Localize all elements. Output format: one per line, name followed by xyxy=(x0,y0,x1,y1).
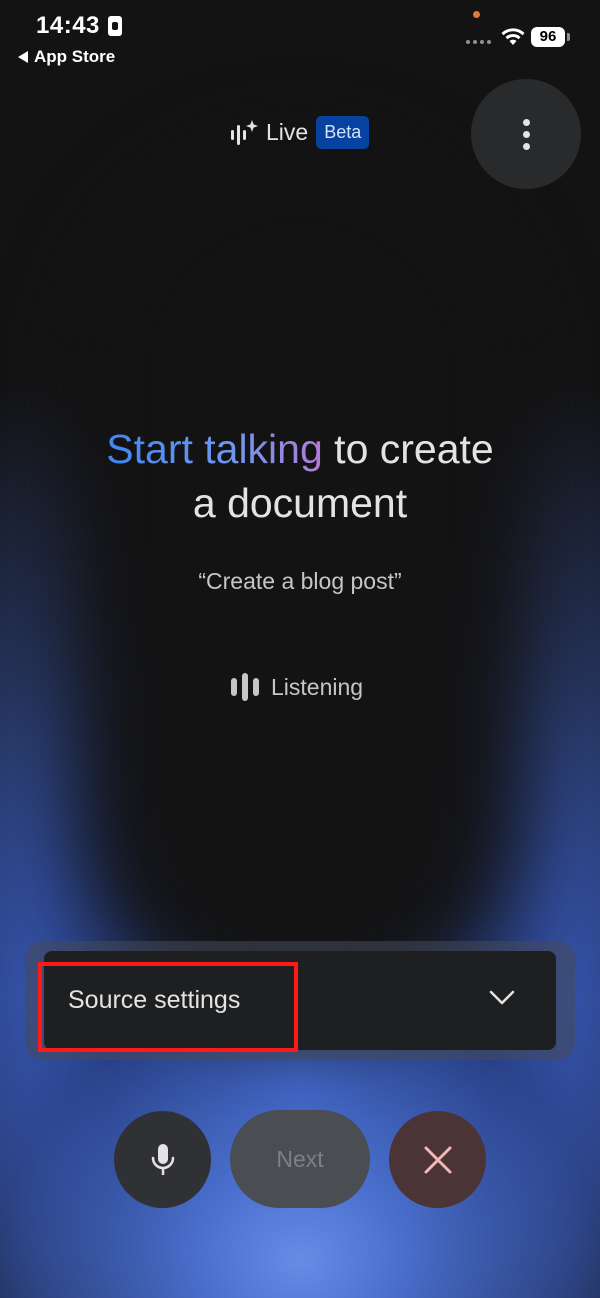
wifi-icon xyxy=(501,28,525,45)
listening-bars-icon xyxy=(231,673,259,701)
close-icon xyxy=(424,1146,451,1173)
battery-tip xyxy=(567,33,570,41)
prompt-hint: “Create a blog post” xyxy=(198,568,402,594)
screen: 14:43 App Store 96 Live Beta Start talki… xyxy=(0,0,600,1298)
listening-label: Listening xyxy=(271,673,364,700)
back-arrow-icon xyxy=(18,51,28,63)
mic-in-use-indicator xyxy=(473,11,480,18)
more-options-button[interactable] xyxy=(471,79,581,189)
page-heading: Start talking to create a document xyxy=(0,422,600,530)
next-button[interactable]: Next xyxy=(230,1110,370,1208)
heading-rest: to create xyxy=(322,426,494,472)
battery-level: 96 xyxy=(531,27,565,47)
close-button[interactable] xyxy=(389,1111,486,1208)
listening-status: Listening xyxy=(231,673,363,701)
heading-line-2: a document xyxy=(192,480,408,526)
beta-badge: Beta xyxy=(316,116,370,149)
mic-icon xyxy=(151,1143,174,1175)
cellular-signal-icon xyxy=(466,40,491,44)
sparkle-waveform-icon xyxy=(231,119,258,145)
contact-card-icon xyxy=(108,16,122,36)
chevron-down-icon[interactable] xyxy=(489,990,515,1006)
live-title: Live xyxy=(266,119,309,145)
back-to-app-store[interactable]: App Store xyxy=(18,47,115,67)
annotation-highlight-box xyxy=(38,962,298,1052)
back-label: App Store xyxy=(34,47,116,66)
status-time: 14:43 xyxy=(36,12,100,39)
heading-line-1: Start talking to create xyxy=(0,422,600,476)
mic-button[interactable] xyxy=(114,1111,211,1208)
more-vert-icon xyxy=(522,118,530,126)
heading-highlight: Start talking xyxy=(106,426,323,472)
live-header: Live Beta xyxy=(228,116,370,149)
